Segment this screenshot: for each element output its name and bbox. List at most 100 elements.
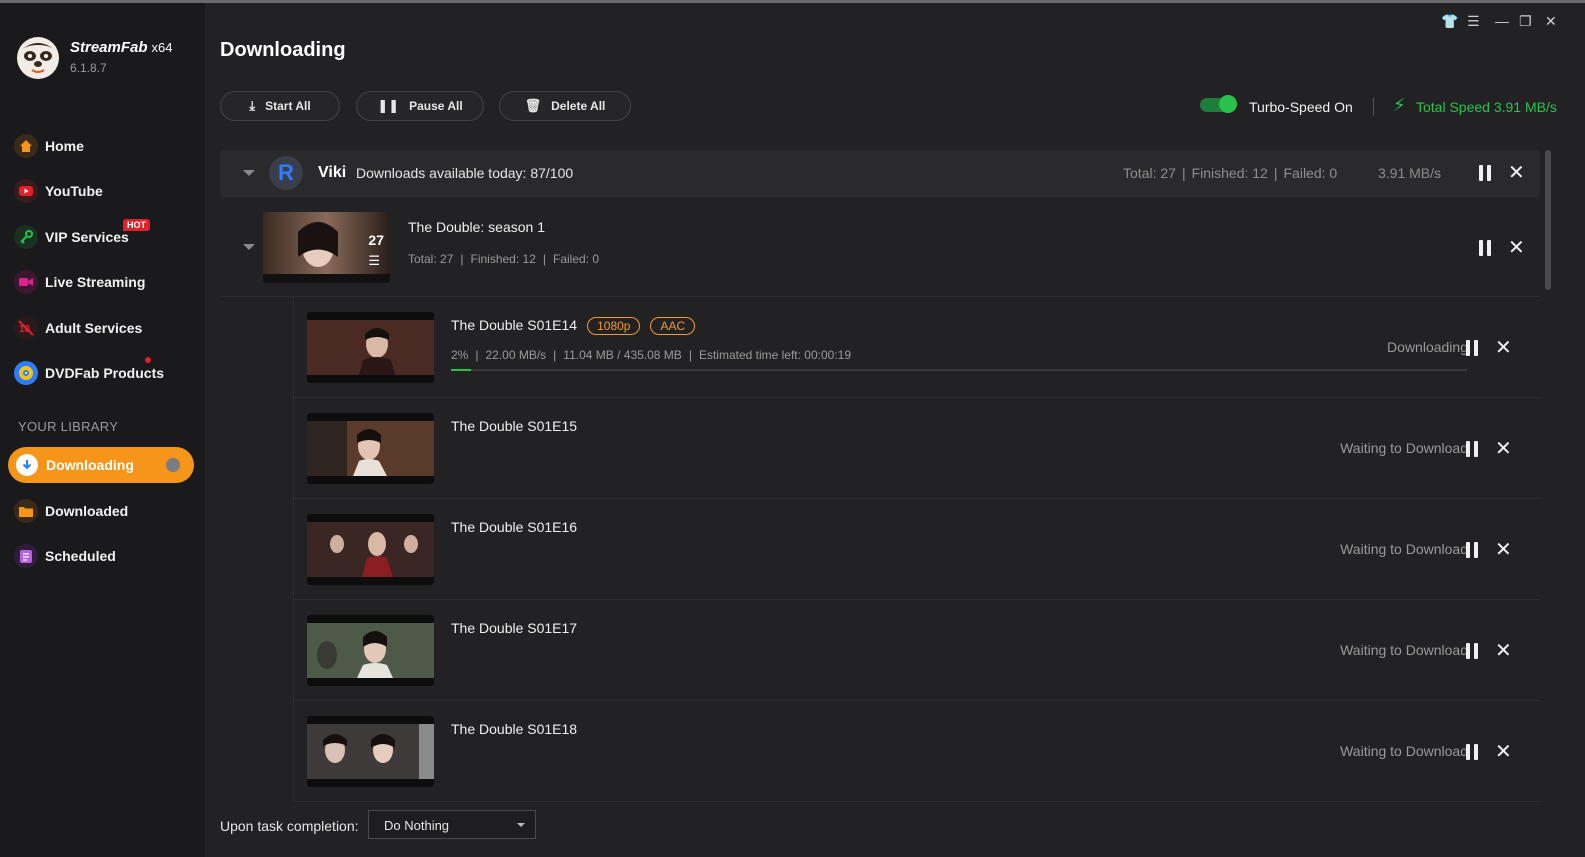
lightning-icon: ⚡ xyxy=(1393,95,1406,115)
season-failed: Failed: 0 xyxy=(553,252,600,266)
service-name: Viki xyxy=(318,164,347,181)
chevron-down-icon xyxy=(517,823,525,827)
notification-dot xyxy=(145,357,151,363)
pause-episode-button[interactable] xyxy=(1466,340,1478,356)
sidebar-item-label: Adult Services xyxy=(45,320,143,336)
skin-icon[interactable]: 👕 xyxy=(1441,13,1458,30)
sidebar-item-scheduled[interactable]: Scheduled xyxy=(0,538,205,574)
episode-thumbnail[interactable] xyxy=(307,716,434,787)
task-completion-select[interactable]: Do Nothing xyxy=(368,810,536,839)
streamfab-logo xyxy=(17,37,59,79)
minimize-icon[interactable]: — xyxy=(1495,13,1509,29)
toggle-knob xyxy=(1219,95,1237,113)
status-dot xyxy=(166,458,180,472)
download-icon: ⤓ xyxy=(249,98,256,113)
brand-text: StreamFab xyxy=(70,39,148,56)
divider: | xyxy=(1181,165,1186,181)
episode-row: The Double S01E16 Waiting to Download ✕ xyxy=(293,499,1540,600)
sidebar-item-label: DVDFab Products xyxy=(45,365,165,381)
brand-name: StreamFab x64 xyxy=(70,39,173,56)
episode-status: Waiting to Download xyxy=(1340,440,1468,456)
maximize-icon[interactable]: ❐ xyxy=(1519,13,1532,30)
scrollbar[interactable] xyxy=(1545,150,1551,290)
sidebar-item-home[interactable]: Home xyxy=(0,128,205,164)
progress-bar xyxy=(451,369,1467,371)
close-season-button[interactable]: ✕ xyxy=(1508,238,1525,258)
episode-status: Waiting to Download xyxy=(1340,642,1468,658)
episode-status: Downloading xyxy=(1387,339,1468,355)
collapse-caret-icon[interactable] xyxy=(243,244,255,250)
sidebar-item-downloaded[interactable]: Downloaded xyxy=(0,493,205,529)
remove-episode-button[interactable]: ✕ xyxy=(1495,338,1512,358)
group-failed: Failed: 0 xyxy=(1283,165,1338,181)
sidebar-item-label: Scheduled xyxy=(45,548,116,564)
pause-episode-button[interactable] xyxy=(1466,441,1478,457)
pause-episode-button[interactable] xyxy=(1466,542,1478,558)
start-all-label: Start All xyxy=(265,99,311,113)
start-all-button[interactable]: ⤓ Start All xyxy=(220,91,340,121)
resolution-tag: 1080p xyxy=(587,317,641,335)
sidebar-item-label: Downloaded xyxy=(45,503,129,519)
episode-title-text: The Double S01E14 xyxy=(451,317,578,333)
progress-fill xyxy=(451,369,472,371)
episode-thumbnail[interactable] xyxy=(307,514,434,585)
remove-episode-button[interactable]: ✕ xyxy=(1495,641,1512,661)
episode-title: The Double S01E18 xyxy=(451,721,578,737)
download-icon xyxy=(16,454,38,476)
delete-all-label: Delete All xyxy=(551,99,606,113)
group-stats: Total: 27 | Finished: 12 | Failed: 0 xyxy=(1123,165,1337,181)
sidebar-item-label: Live Streaming xyxy=(45,274,146,290)
progress-percent: 2% xyxy=(451,348,469,362)
close-group-button[interactable]: ✕ xyxy=(1508,163,1525,183)
episode-thumbnail[interactable] xyxy=(307,413,434,484)
pause-season-button[interactable] xyxy=(1479,240,1491,256)
remove-episode-button[interactable]: ✕ xyxy=(1495,439,1512,459)
episode-status: Waiting to Download xyxy=(1340,541,1468,557)
group-total: Total: 27 xyxy=(1123,165,1176,181)
library-title: YOUR LIBRARY xyxy=(18,419,119,434)
eta: Estimated time left: 00:00:19 xyxy=(698,348,852,362)
home-icon xyxy=(14,134,38,158)
season-thumbnail[interactable]: 27 ☰ xyxy=(263,212,390,283)
pause-icon: ❚❚ xyxy=(377,98,400,113)
season-stats: Total: 27 | Finished: 12 | Failed: 0 xyxy=(408,252,599,266)
youtube-icon xyxy=(14,179,38,203)
trash-icon: 🗑 xyxy=(524,98,542,113)
sidebar-item-label: Downloading xyxy=(46,457,134,473)
delete-all-button[interactable]: 🗑 Delete All xyxy=(499,91,631,121)
collapse-caret-icon[interactable] xyxy=(243,170,255,176)
remove-episode-button[interactable]: ✕ xyxy=(1495,540,1512,560)
key-icon xyxy=(14,225,38,249)
sidebar-item-vip-services[interactable]: VIP Services HOT xyxy=(0,219,205,255)
episode-row: The Double S01E14 1080p AAC 2% | 22.00 MB/s |… xyxy=(293,297,1540,398)
pause-episode-button[interactable] xyxy=(1466,744,1478,760)
season-row: 27 ☰ The Double: season 1 Total: 27 | Fini… xyxy=(220,197,1540,297)
pause-episode-button[interactable] xyxy=(1466,643,1478,659)
main-panel: 👕 ☰ — ❐ ✕ Downloading ⤓ Start All ❚❚ Pau… xyxy=(205,3,1585,857)
remove-episode-button[interactable]: ✕ xyxy=(1495,742,1512,762)
sidebar-item-dvdfab-products[interactable]: DVDFab Products xyxy=(0,355,205,391)
sidebar-item-youtube[interactable]: YouTube xyxy=(0,173,205,209)
list-icon: ☰ xyxy=(368,253,380,268)
episode-thumbnail[interactable] xyxy=(307,615,434,686)
group-finished: Finished: 12 xyxy=(1191,165,1268,181)
episode-status: Waiting to Download xyxy=(1340,743,1468,759)
viki-logo: R xyxy=(269,156,303,190)
divider: | xyxy=(688,348,692,362)
menu-icon[interactable]: ☰ xyxy=(1467,13,1480,30)
close-window-icon[interactable]: ✕ xyxy=(1545,13,1557,30)
turbo-speed-label: Turbo-Speed On xyxy=(1249,99,1353,115)
sidebar-item-live-streaming[interactable]: Live Streaming xyxy=(0,264,205,300)
turbo-speed-toggle[interactable] xyxy=(1200,95,1237,113)
sidebar-item-adult-services[interactable]: 18 Adult Services xyxy=(0,310,205,346)
app-version: 6.1.8.7 xyxy=(70,61,107,75)
pause-group-button[interactable] xyxy=(1479,165,1491,181)
episode-progress-stats: 2% | 22.00 MB/s | 11.04 MB / 435.08 MB | Estim… xyxy=(451,348,851,362)
folder-icon xyxy=(14,499,38,523)
sidebar-item-downloading[interactable]: Downloading xyxy=(8,447,194,483)
task-completion-label: Upon task completion: xyxy=(220,818,359,834)
episode-thumbnail[interactable] xyxy=(307,312,434,383)
divider: | xyxy=(460,252,464,266)
hot-badge: HOT xyxy=(123,219,150,231)
pause-all-button[interactable]: ❚❚ Pause All xyxy=(356,91,484,121)
